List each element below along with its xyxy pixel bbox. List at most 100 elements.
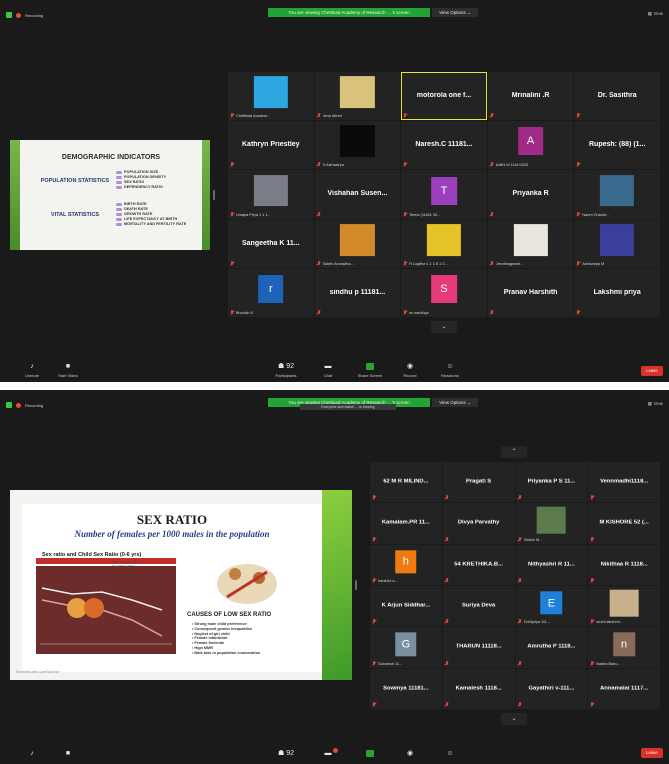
record-button[interactable]: ◉ Record [392, 363, 428, 378]
participant-tile[interactable]: Annamalai 1117... [588, 668, 660, 709]
participant-tile[interactable]: Chettinad Academ... [228, 72, 314, 121]
participant-tile[interactable]: T Teena (11811 00... [401, 170, 487, 219]
record-icon: ◉ [406, 750, 414, 757]
previous-page-button[interactable]: ⌃ [501, 446, 527, 458]
view-button[interactable]: ▦ View [648, 401, 663, 407]
participant-tile[interactable]: Sowmya 11181... [370, 668, 442, 709]
participant-tile[interactable]: sruthi lakshmi... [588, 585, 660, 627]
participant-tile[interactable]: Priyanka R [487, 170, 574, 219]
chat-button[interactable]: ▬ Chat [310, 363, 346, 378]
microphone-button[interactable]: ♪ Unmute [14, 363, 50, 378]
shared-slide: DEMOGRAPHIC INDICATORS POPULATION STATIS… [10, 140, 210, 250]
muted-microphone-icon [230, 211, 234, 217]
participant-tile[interactable]: Kamalesh 1118... [442, 668, 515, 709]
chevron-up-icon: ⌃ [511, 449, 517, 455]
record-button[interactable]: ◉ [392, 750, 428, 760]
avatar-image [340, 125, 375, 158]
participants-icon: ☗ 92 [277, 363, 294, 370]
video-button[interactable]: ■ [50, 750, 86, 760]
chat-button[interactable]: ▬ [310, 748, 346, 760]
participant-tile[interactable]: Sangeetha K 11... [228, 219, 314, 268]
participant-tile[interactable]: K Arjun Siddhar... [370, 585, 442, 627]
participant-label: sruthi lakshmi... [596, 620, 623, 625]
participant-tile[interactable]: Lakshmi priya [574, 268, 660, 317]
participant-tile[interactable]: motorola one f... [401, 72, 487, 121]
participant-tile[interactable]: Nithyashri R 11... [515, 544, 588, 585]
participant-tile[interactable]: Rupesh: (88) (1... [574, 121, 660, 170]
participant-tile[interactable]: E Ezhilpriya 111... [515, 585, 588, 627]
participants-button[interactable]: ☗ 92 Participants [268, 363, 304, 378]
participant-tile[interactable]: Priyanka P S 11... [515, 462, 588, 503]
participant-tile[interactable]: 62 M R MILIND... [370, 462, 442, 503]
participant-tile[interactable]: Mrinalini .R [487, 72, 574, 121]
muted-microphone-icon [576, 113, 580, 118]
participant-tile[interactable]: Gayathiri v-111... [515, 668, 588, 709]
participant-tile[interactable]: Amrutha P 1118... [515, 627, 588, 668]
muted-microphone-icon [590, 619, 594, 624]
participant-tile[interactable]: A Adithi M 1118 0003 [487, 121, 574, 170]
participant-tile[interactable]: R Logitha 1 1 1 8 1 0... [401, 219, 487, 268]
participant-tile[interactable]: 54 KRETHIKA.B... [442, 544, 515, 585]
leave-button[interactable]: Leave [641, 366, 663, 376]
participant-tile[interactable]: THARUN 11118... [442, 627, 515, 668]
participant-tile[interactable]: Nikithaa R 1118... [588, 544, 660, 585]
chat-icon: ▬ [324, 750, 332, 757]
splitter-handle[interactable] [213, 190, 215, 200]
share-screen-button[interactable] [352, 750, 388, 760]
muted-microphone-icon [403, 162, 407, 167]
muted-microphone-icon [317, 310, 321, 315]
participant-tile[interactable]: Pragati S [442, 462, 515, 503]
participant-tile[interactable]: Naren Chandr... [574, 170, 660, 219]
participant-tile[interactable]: Dr. Sasithra [574, 72, 660, 121]
participant-tile[interactable]: M KISHORE 52 (... [588, 503, 660, 544]
participant-tile[interactable]: Divya Parvathy [442, 503, 515, 544]
participant-tile[interactable]: r Bhuvish.K [228, 268, 314, 317]
view-options-button[interactable]: View Options ⌄ [432, 398, 478, 407]
participant-tile[interactable]: Naresh.C 11181... [401, 121, 487, 170]
participant-name: Amrutha P 1118... [527, 644, 576, 651]
participant-tile[interactable]: Aishwarya M [574, 219, 660, 268]
muted-microphone-icon [576, 260, 580, 266]
participant-tile[interactable]: Sakthi Anuradha... [314, 219, 401, 268]
share-screen-icon [352, 750, 388, 758]
participant-tile[interactable]: Kamalam.PR 11... [370, 503, 442, 544]
participant-tile[interactable]: Ssri sandhya [401, 268, 487, 317]
muted-microphone-icon [490, 211, 494, 217]
participant-tile[interactable]: Suriya Deva [442, 585, 515, 627]
participant-tile[interactable]: Jeevithagnesh... [487, 219, 574, 268]
participant-tile[interactable]: Kathryn Priestley [228, 121, 314, 170]
video-icon: ■ [65, 363, 71, 370]
reactions-button[interactable]: ☺ [432, 750, 468, 760]
participant-tile[interactable]: Umapa Priya 1 1 1... [228, 170, 314, 219]
next-page-button[interactable]: ⌄ [431, 321, 457, 333]
participant-label: Jeevithagnesh... [495, 261, 524, 266]
recording-indicator[interactable]: Recording [6, 402, 43, 408]
leave-button[interactable]: Leave [641, 748, 663, 758]
next-page-button[interactable]: ⌄ [501, 713, 527, 725]
muted-microphone-icon [518, 660, 522, 666]
participants-button[interactable]: ☗ 92 [268, 750, 304, 760]
recording-indicator[interactable]: Recording [6, 12, 43, 18]
splitter-handle[interactable] [355, 580, 357, 590]
sex-ratio-chart-image [36, 558, 176, 654]
muted-microphone-icon [590, 536, 594, 542]
avatar-letter: h [395, 549, 417, 574]
participant-tile[interactable]: Vennmadhi1118... [588, 462, 660, 503]
participant-tile[interactable]: h harshini a... [370, 544, 442, 585]
participant-name: Priyanka P S 11... [527, 478, 576, 485]
share-screen-button[interactable]: Share Screen [352, 363, 388, 378]
participant-tile[interactable]: Pranav Harshith [487, 268, 574, 317]
participant-tile[interactable]: sindhu p 11181... [314, 268, 401, 317]
video-button[interactable]: ■ Start Video [50, 363, 86, 378]
view-options-button[interactable]: View Options ⌄ [432, 8, 478, 17]
participant-tile[interactable]: Jerry Alfred [314, 72, 401, 121]
participant-tile[interactable]: n Nadira Banu... [588, 627, 660, 668]
participant-tile[interactable]: Shalini M... [515, 503, 588, 544]
avatar-image [513, 223, 548, 256]
view-button[interactable]: ▦ View [648, 11, 663, 17]
reactions-button[interactable]: ☺ Reactions [432, 363, 468, 378]
participant-tile[interactable]: G Gokulesh 11... [370, 627, 442, 668]
microphone-button[interactable]: ♪ [14, 750, 50, 760]
participant-tile[interactable]: D Aishwarya [314, 121, 401, 170]
participant-tile[interactable]: Vishahan Susen... [314, 170, 401, 219]
